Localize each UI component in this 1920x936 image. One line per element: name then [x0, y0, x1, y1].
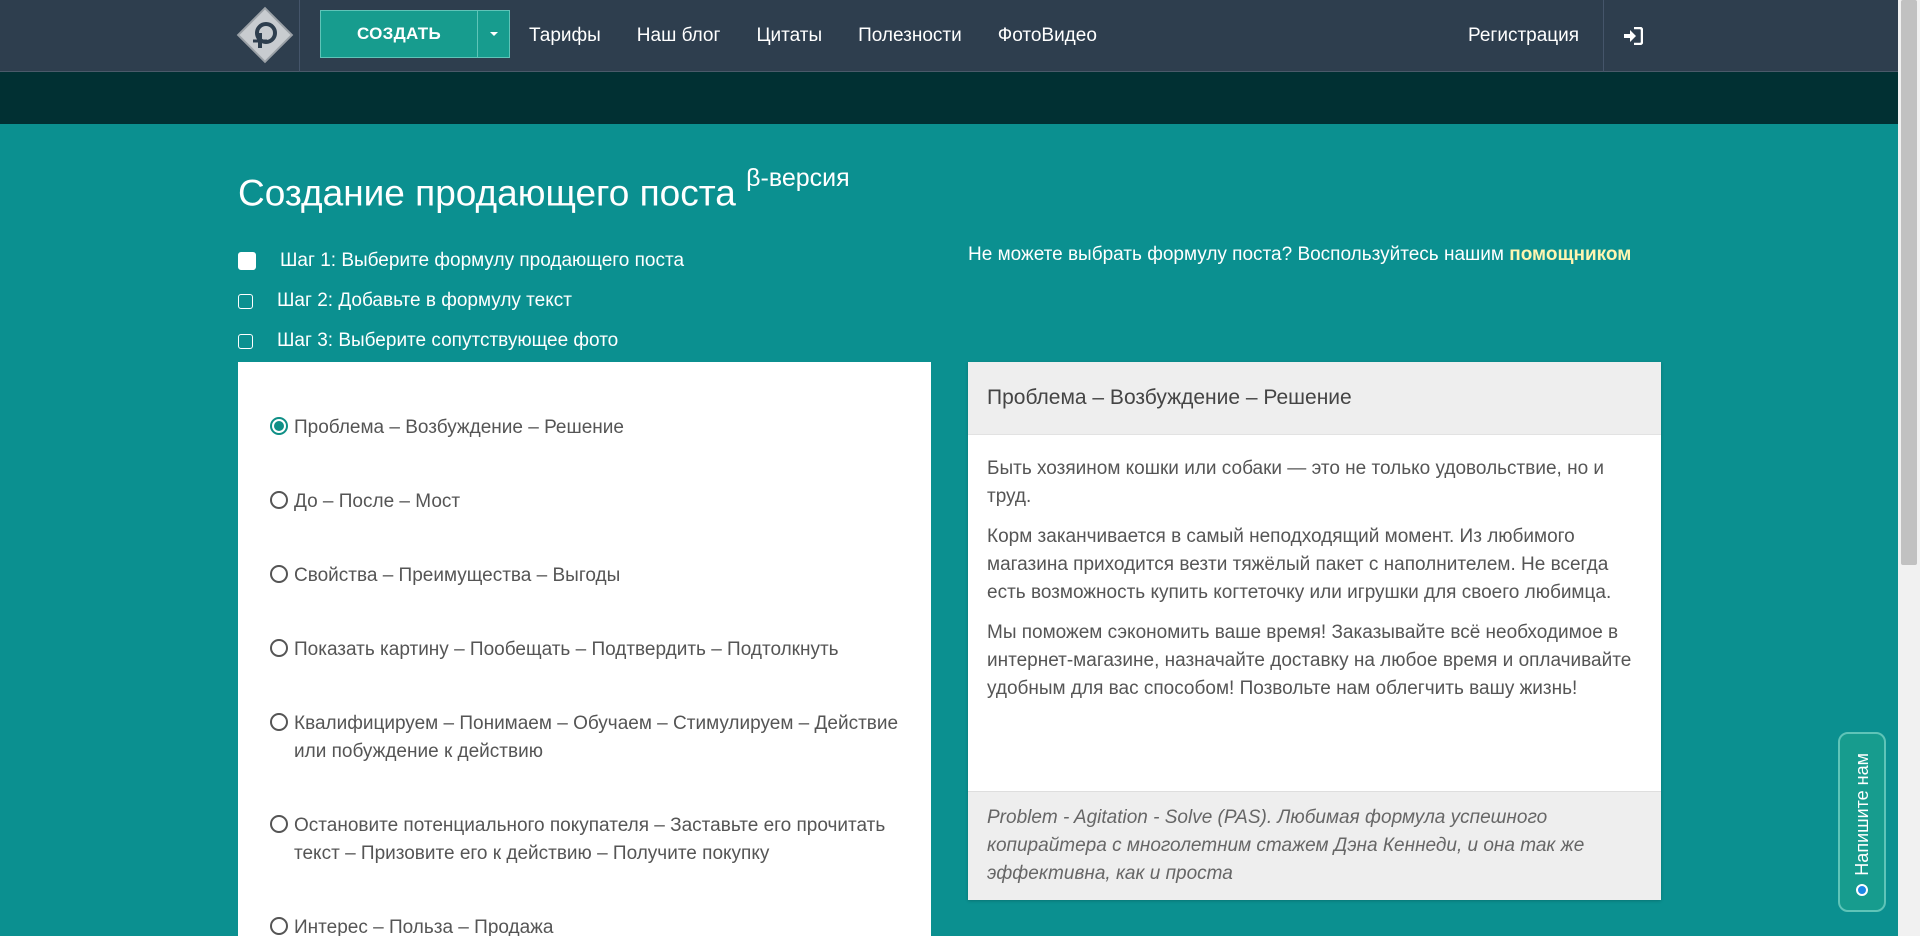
helper-text: Не можете выбрать формулу поста? Восполь…	[968, 244, 1631, 266]
page-title: Создание продающего поста β-версия	[238, 164, 850, 214]
formula-radio[interactable]	[270, 639, 288, 657]
formula-option[interactable]: Остановите потенциального покупателя – З…	[270, 812, 910, 868]
step-label: Шаг 2: Добавьте в формулу текст	[277, 290, 572, 311]
formula-label: Квалифицируем – Понимаем – Обучаем – Сти…	[294, 713, 899, 762]
formula-radio[interactable]	[270, 565, 288, 583]
feedback-label: Напишите нам	[1851, 753, 1872, 876]
step-checkbox	[238, 252, 256, 270]
nav-link-photovideo[interactable]: ФотоВидео	[980, 25, 1115, 47]
step-item: Шаг 1: Выберите формулу продающего поста	[238, 241, 684, 281]
online-status-icon	[1856, 884, 1868, 896]
top-navbar: СОЗДАТЬ Тарифы Наш блог Цитаты Полезност…	[0, 0, 1898, 72]
nav-link-blog[interactable]: Наш блог	[619, 25, 739, 47]
preview-paragraph: Мы поможем сэкономить ваше время! Заказы…	[987, 622, 1632, 699]
preview-paragraph: Быть хозяином кошки или собаки — это не …	[987, 458, 1605, 507]
sign-in-icon	[1624, 27, 1643, 45]
formula-option[interactable]: Свойства – Преимущества – Выгоды	[270, 562, 910, 590]
formula-label: Свойства – Преимущества – Выгоды	[294, 565, 621, 586]
page-title-text: Создание продающего поста	[238, 172, 736, 214]
nav-link-tariffs[interactable]: Тарифы	[511, 25, 619, 47]
formula-radio[interactable]	[270, 491, 288, 509]
preview-body: Быть хозяином кошки или собаки — это не …	[968, 435, 1661, 703]
beta-label: β-версия	[746, 164, 850, 192]
nav-link-useful[interactable]: Полезности	[840, 25, 980, 47]
nav-link-quotes[interactable]: Цитаты	[738, 25, 840, 47]
helper-link[interactable]: помощником	[1509, 244, 1631, 265]
steps-list: Шаг 1: Выберите формулу продающего поста…	[238, 241, 684, 361]
caret-down-icon	[489, 32, 498, 36]
scrollbar-thumb[interactable]	[1901, 0, 1917, 565]
logo-icon[interactable]	[236, 6, 294, 64]
step-label: Шаг 1: Выберите формулу продающего поста	[280, 250, 685, 271]
step-label: Шаг 3: Выберите сопутствующее фото	[277, 330, 619, 351]
formula-label: Проблема – Возбуждение – Решение	[294, 417, 624, 438]
formula-label: Интерес – Польза – Продажа	[294, 917, 554, 936]
feedback-tab[interactable]: Напишите нам	[1838, 732, 1886, 912]
preview-title: Проблема – Возбуждение – Решение	[968, 362, 1661, 435]
formula-option[interactable]: Квалифицируем – Понимаем – Обучаем – Сти…	[270, 710, 910, 766]
nav-divider	[1603, 0, 1604, 72]
helper-label: Не можете выбрать формулу поста? Восполь…	[968, 244, 1504, 265]
formula-radio[interactable]	[270, 917, 288, 935]
register-link[interactable]: Регистрация	[1468, 0, 1579, 72]
formula-label: До – После – Мост	[294, 491, 461, 512]
formula-list: Проблема – Возбуждение – Решение До – По…	[238, 362, 931, 936]
step-checkbox	[238, 293, 253, 309]
formula-label: Показать картину – Пообещать – Подтверди…	[294, 639, 839, 660]
nav-divider	[299, 0, 300, 72]
step-item: Шаг 3: Выберите сопутствующее фото	[238, 321, 684, 361]
formula-radio[interactable]	[270, 417, 288, 435]
formula-label: Остановите потенциального покупателя – З…	[294, 815, 886, 864]
create-dropdown-toggle[interactable]	[477, 10, 510, 58]
formula-option[interactable]: Показать картину – Пообещать – Подтверди…	[270, 636, 910, 664]
preview-paragraph: Корм заканчивается в самый неподходящий …	[987, 526, 1612, 603]
step-checkbox	[238, 333, 253, 349]
preview-footer: Problem - Agitation - Solve (PAS). Любим…	[968, 791, 1661, 900]
formula-preview-card: Проблема – Возбуждение – Решение Быть хо…	[968, 362, 1661, 900]
formula-option[interactable]: Интерес – Польза – Продажа	[270, 914, 910, 936]
formula-option[interactable]: До – После – Мост	[270, 488, 910, 516]
step-item: Шаг 2: Добавьте в формулу текст	[238, 281, 684, 321]
create-button[interactable]: СОЗДАТЬ	[320, 10, 477, 58]
nav-links: Тарифы Наш блог Цитаты Полезности ФотоВи…	[511, 0, 1115, 72]
formula-radio[interactable]	[270, 815, 288, 833]
formula-option[interactable]: Проблема – Возбуждение – Решение	[270, 414, 910, 442]
formula-radio[interactable]	[270, 713, 288, 731]
header-banner	[0, 72, 1898, 124]
login-button[interactable]	[1605, 0, 1661, 72]
page-scrollbar[interactable]	[1898, 0, 1920, 936]
